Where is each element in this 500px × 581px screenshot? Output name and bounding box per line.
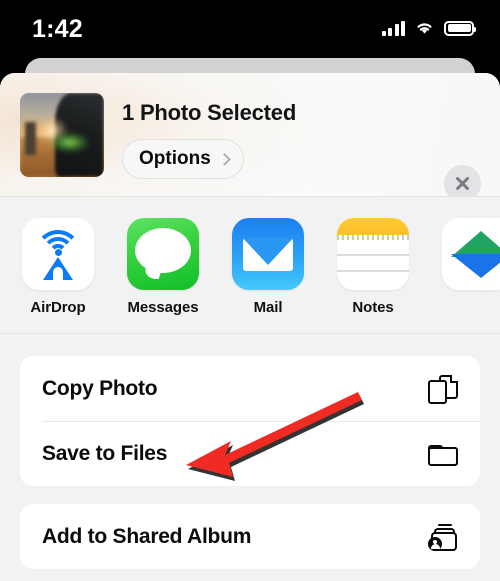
- copy-documents-icon: [428, 374, 458, 404]
- google-drive-icon: [442, 218, 500, 290]
- folder-icon: [428, 439, 458, 469]
- options-button-label: Options: [139, 148, 211, 169]
- status-bar-time: 1:42: [32, 15, 83, 43]
- action-group-1: Copy Photo Save to Files: [20, 356, 480, 486]
- share-target-label: Mail: [253, 299, 283, 316]
- share-target-google-drive[interactable]: [442, 218, 500, 299]
- page-title: 1 Photo Selected: [122, 100, 297, 125]
- options-button[interactable]: Options: [122, 139, 244, 179]
- airdrop-icon: [22, 218, 94, 290]
- cellular-signal-icon: [381, 20, 405, 36]
- share-target-messages[interactable]: Messages: [127, 218, 199, 316]
- action-label: Save to Files: [42, 441, 168, 465]
- action-row-save-to-files[interactable]: Save to Files: [20, 421, 480, 486]
- share-target-label: AirDrop: [30, 299, 86, 316]
- share-target-label: Messages: [127, 299, 199, 316]
- action-lists: Copy Photo Save to Files Add to Shared A…: [0, 334, 500, 569]
- share-target-mail[interactable]: Mail: [232, 218, 304, 316]
- share-target-label: Notes: [352, 299, 394, 316]
- chevron-right-icon: [217, 153, 231, 166]
- action-row-add-to-shared-album[interactable]: Add to Shared Album: [20, 504, 480, 569]
- action-label: Copy Photo: [42, 376, 158, 400]
- battery-full-icon: [444, 20, 476, 36]
- share-target-airdrop[interactable]: AirDrop: [22, 218, 94, 316]
- share-targets-row[interactable]: AirDrop Messages Mail Notes: [0, 197, 500, 334]
- notes-icon: [337, 218, 409, 290]
- status-bar: 1:42: [0, 0, 500, 58]
- action-group-2: Add to Shared Album: [20, 504, 480, 569]
- share-sheet: 1 Photo Selected Options AirDrop Message…: [0, 73, 500, 581]
- action-label: Add to Shared Album: [42, 524, 252, 548]
- wifi-icon: [417, 23, 432, 34]
- photo-thumbnail[interactable]: [20, 93, 104, 177]
- share-target-notes[interactable]: Notes: [337, 218, 409, 316]
- action-row-copy-photo[interactable]: Copy Photo: [20, 356, 480, 421]
- share-sheet-header: 1 Photo Selected Options: [0, 73, 500, 202]
- shared-album-icon: [428, 522, 458, 552]
- mail-icon: [232, 218, 304, 290]
- messages-icon: [127, 218, 199, 290]
- status-bar-indicators: [381, 20, 476, 36]
